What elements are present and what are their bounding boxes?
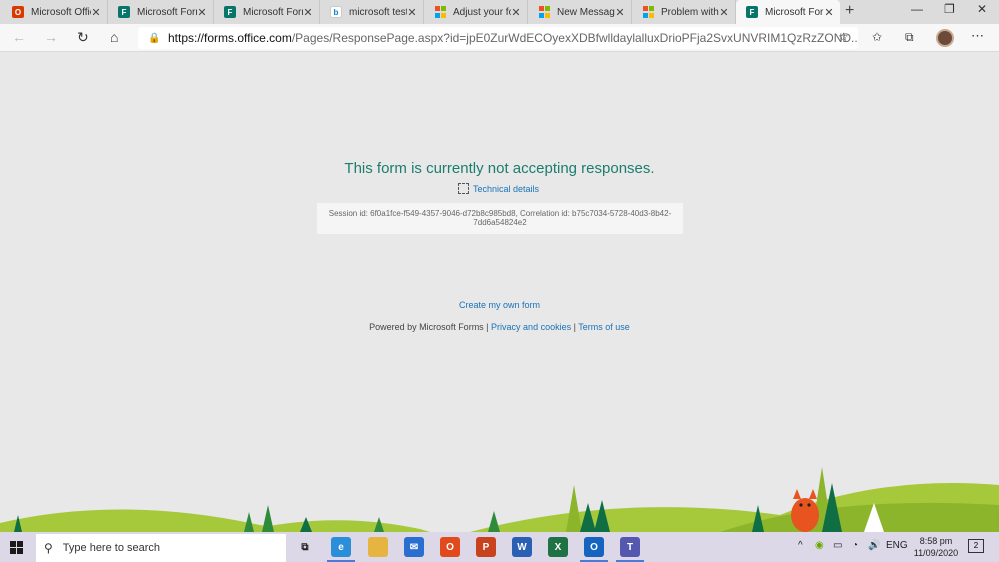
tab-title: Microsoft Forn xyxy=(765,6,824,18)
tab-adjust-your-form[interactable]: Adjust your fo ✕ xyxy=(424,0,528,24)
tab-new-message[interactable]: New Message ✕ xyxy=(528,0,632,24)
footer: Powered by Microsoft Forms | Privacy and… xyxy=(0,322,999,332)
powerpoint-icon[interactable]: P xyxy=(476,537,496,557)
close-icon[interactable]: ✕ xyxy=(407,6,417,19)
tab-title: Microsoft Offic xyxy=(31,6,91,18)
close-icon[interactable]: ✕ xyxy=(197,6,207,19)
collections-icon[interactable]: ⧉ xyxy=(905,30,914,45)
session-info-box: Session id: 6f0a1fce-f549-4357-9046-d72b… xyxy=(317,203,683,234)
url-path: /Pages/ResponsePage.aspx?id=jpE0ZurWdECO… xyxy=(291,31,858,45)
tab-microsoft-test[interactable]: b microsoft test ✕ xyxy=(320,0,424,24)
tab-microsoft-forms-2[interactable]: F Microsoft Forn ✕ xyxy=(214,0,320,24)
tab-title: Adjust your fo xyxy=(453,6,511,18)
excel-icon[interactable]: X xyxy=(548,537,568,557)
create-my-own-form-link[interactable]: Create my own form xyxy=(0,300,999,310)
search-icon: ⚲ xyxy=(44,541,53,555)
home-button[interactable]: ⌂ xyxy=(110,29,118,45)
outlook-icon[interactable]: O xyxy=(584,537,604,557)
new-tab-button[interactable]: + xyxy=(845,2,854,20)
terms-of-use-link[interactable]: Terms of use xyxy=(578,322,630,332)
landscape-illustration xyxy=(0,467,999,532)
search-placeholder: Type here to search xyxy=(62,542,161,554)
tree xyxy=(262,505,274,532)
details-icon xyxy=(458,183,469,194)
microsoft-logo-icon xyxy=(538,6,550,18)
task-view-icon[interactable]: ⧉ xyxy=(295,537,315,557)
url-domain: https://forms.office.com xyxy=(168,31,292,45)
tab-microsoft-office[interactable]: O Microsoft Offic ✕ xyxy=(2,0,108,24)
windows-taskbar: ⚲ Type here to search ⧉ e ✉ O P W X O T … xyxy=(0,532,999,562)
tab-title: Problem with xyxy=(661,6,719,18)
microsoft-logo-icon xyxy=(642,6,654,18)
lock-icon: 🔒 xyxy=(148,32,161,44)
edge-browser-icon[interactable]: e xyxy=(331,537,351,557)
technical-details-label: Technical details xyxy=(473,183,540,194)
notification-center-icon[interactable]: 2 xyxy=(968,539,984,553)
tab-title: microsoft test xyxy=(349,6,407,18)
tree xyxy=(488,511,500,532)
tab-microsoft-forms-active[interactable]: F Microsoft Forn ✕ xyxy=(736,0,840,24)
restore-button[interactable]: ❐ xyxy=(944,2,955,16)
tab-microsoft-forms-1[interactable]: F Microsoft Forn ✕ xyxy=(108,0,214,24)
refresh-button[interactable]: ↻ xyxy=(77,29,89,46)
forms-icon: F xyxy=(224,6,236,18)
close-icon[interactable]: ✕ xyxy=(91,6,101,19)
tab-title: Microsoft Forn xyxy=(137,6,197,18)
battery-icon[interactable]: ▭ xyxy=(833,540,842,551)
avatar[interactable] xyxy=(936,29,954,47)
privacy-and-cookies-link[interactable]: Privacy and cookies xyxy=(491,322,571,332)
close-icon[interactable]: ✕ xyxy=(824,6,834,19)
word-icon[interactable]: W xyxy=(512,537,532,557)
favorites-icon[interactable]: ✩ xyxy=(872,30,882,44)
close-icon[interactable]: ✕ xyxy=(719,6,729,19)
tab-problem-with[interactable]: Problem with ✕ xyxy=(632,0,736,24)
favorite-star-icon[interactable]: ☆ xyxy=(838,30,849,44)
show-hidden-icons-chevron-icon[interactable]: ^ xyxy=(798,540,803,551)
file-explorer-icon[interactable] xyxy=(368,537,388,557)
minimize-button[interactable]: — xyxy=(911,2,923,16)
browser-tab-strip: O Microsoft Offic ✕ F Microsoft Forn ✕ F… xyxy=(0,0,999,24)
not-accepting-responses-message: This form is currently not accepting res… xyxy=(344,160,655,177)
back-button[interactable]: ← xyxy=(12,29,26,45)
powered-by-text: Powered by Microsoft Forms | xyxy=(369,322,489,332)
clock-time: 8:58 pm xyxy=(919,536,953,546)
tab-title: Microsoft Forn xyxy=(243,6,303,18)
office-icon[interactable]: O xyxy=(440,537,460,557)
forms-icon: F xyxy=(118,6,130,18)
tree xyxy=(244,512,254,532)
bing-icon: b xyxy=(330,6,342,18)
security-tray-icon[interactable]: ◉ xyxy=(815,540,824,551)
mail-icon[interactable]: ✉ xyxy=(404,537,424,557)
language-indicator[interactable]: ENG xyxy=(886,540,908,551)
address-bar: ← → ↻ ⌂ 🔒 https://forms.office.com/Pages… xyxy=(0,24,999,52)
teams-icon[interactable]: T xyxy=(620,537,640,557)
close-icon[interactable]: ✕ xyxy=(303,6,313,19)
footer-separator: | xyxy=(573,322,576,332)
tree xyxy=(566,485,582,532)
fox-character xyxy=(791,489,819,532)
forms-icon: F xyxy=(746,6,758,18)
tab-title: New Message xyxy=(557,6,615,18)
volume-icon[interactable]: 🔊 xyxy=(868,540,880,551)
close-icon[interactable]: ✕ xyxy=(615,6,625,19)
windows-start-button[interactable] xyxy=(10,541,23,554)
close-icon[interactable]: ✕ xyxy=(511,6,521,19)
clock-date: 11/09/2020 xyxy=(913,548,959,558)
url-field[interactable]: 🔒 https://forms.office.com/Pages/Respons… xyxy=(138,27,858,49)
system-clock[interactable]: 8:58 pm 11/09/2020 xyxy=(906,535,966,559)
microsoft-logo-icon xyxy=(434,6,446,18)
window-close-button[interactable]: ✕ xyxy=(977,2,987,16)
technical-details-link[interactable]: Technical details xyxy=(458,183,539,194)
wifi-icon[interactable]: ◔ xyxy=(852,540,858,551)
forward-button[interactable]: → xyxy=(44,29,58,45)
taskbar-search-input[interactable]: ⚲ Type here to search xyxy=(36,534,286,562)
settings-more-icon[interactable]: ⋯ xyxy=(971,28,984,44)
office-icon: O xyxy=(12,6,24,18)
